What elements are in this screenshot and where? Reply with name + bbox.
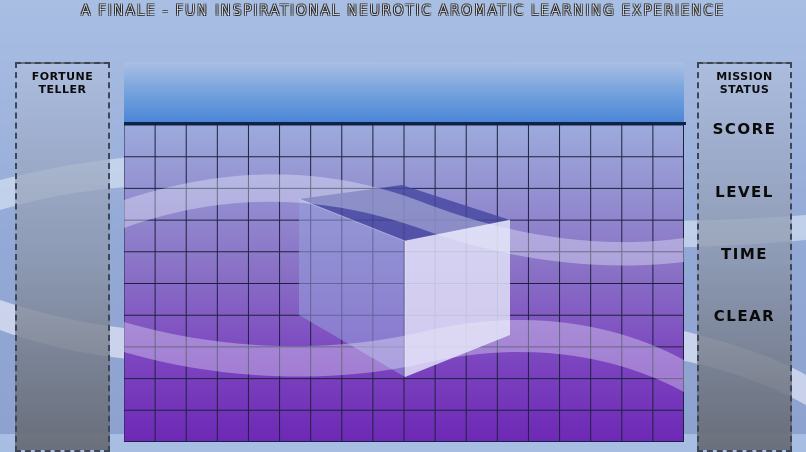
mission-status-heading-line1: MISSION <box>716 70 773 83</box>
fortune-teller-heading-line1: FORTUNE <box>31 70 94 83</box>
playfield-sky <box>124 62 684 123</box>
clear-label: CLEAR <box>713 307 776 325</box>
time-label: TIME <box>721 245 768 263</box>
mission-status-panel: MISSION STATUS SCORE LEVEL TIME CLEAR <box>697 62 792 452</box>
mission-status-heading-line2: STATUS <box>719 83 770 96</box>
fortune-teller-heading: FORTUNE TELLER <box>17 70 108 96</box>
fortune-teller-heading-line2: TELLER <box>38 83 87 96</box>
game-title: A FINALE - FUN INSPIRATIONAL NEUROTIC AR… <box>80 3 726 19</box>
playfield[interactable] <box>124 62 686 442</box>
level-label: LEVEL <box>715 183 774 201</box>
cube-piece-icon <box>298 185 511 377</box>
fortune-teller-panel: FORTUNE TELLER <box>15 62 110 452</box>
mission-status-heading: MISSION STATUS <box>699 70 790 96</box>
score-label: SCORE <box>712 120 777 138</box>
